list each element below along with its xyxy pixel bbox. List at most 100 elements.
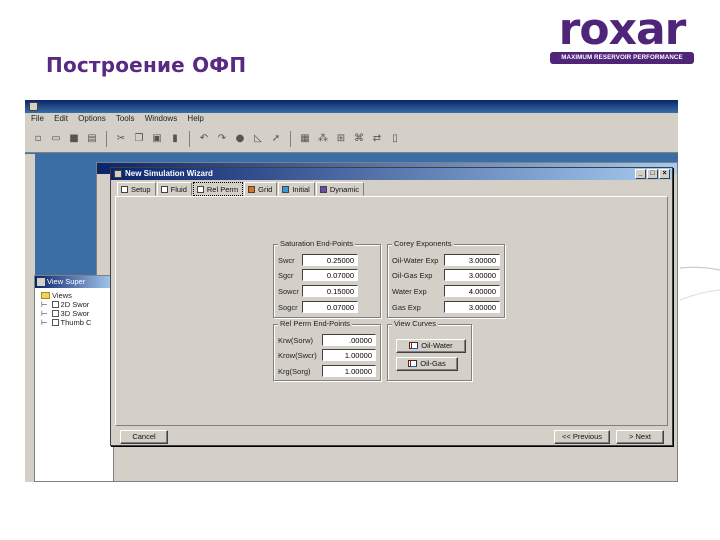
curve-chart-icon (409, 342, 419, 349)
sgcr-field[interactable] (302, 269, 358, 281)
next-button[interactable]: > Next (616, 430, 664, 444)
tab-grid[interactable]: Grid (244, 182, 278, 196)
gas-exp-row: Gas Exp (392, 301, 500, 313)
app-menubar: File Edit Options Tools Windows Help (25, 113, 678, 125)
delete-icon[interactable]: ▮ (168, 132, 182, 146)
maximize-button[interactable]: □ (647, 169, 658, 179)
initial-icon (282, 186, 290, 193)
menu-edit[interactable]: Edit (54, 114, 68, 123)
krg-field[interactable] (322, 365, 376, 377)
fluid-icon (160, 186, 168, 193)
krg-row: Krg(Sorg) (278, 365, 376, 377)
krow-field[interactable] (322, 349, 376, 361)
app-titlebar (25, 100, 678, 113)
checkbox[interactable] (51, 301, 59, 308)
oil-gas-exp-field[interactable] (444, 269, 500, 281)
split-icon[interactable]: ⊞ (334, 132, 348, 146)
tree-window-title: View Super (35, 276, 113, 288)
water-exp-row: Water Exp (392, 285, 500, 297)
menu-file[interactable]: File (31, 114, 44, 123)
app-screenshot: File Edit Options Tools Windows Help ▫ ▭… (25, 100, 678, 482)
app-icon (29, 102, 38, 111)
water-exp-field[interactable] (444, 285, 500, 297)
network-icon[interactable]: ⌘ (352, 132, 366, 146)
sowcr-field[interactable] (302, 285, 358, 297)
checkbox[interactable] (51, 310, 59, 317)
window-controls: _ □ × (635, 169, 670, 179)
field-label: Swcr (278, 255, 295, 265)
sogcr-field[interactable] (302, 301, 358, 313)
tree-item-label: 3D Swor (60, 309, 90, 318)
run-icon[interactable]: ● (233, 132, 247, 146)
field-label: Gas Exp (392, 302, 421, 312)
redo-icon[interactable]: ↷ (215, 132, 229, 146)
field-label: Oil-Gas Exp (392, 270, 433, 280)
checkbox[interactable] (51, 319, 59, 326)
view-curves-group: View Curves Oil-Water Oil-Gas (387, 319, 472, 381)
oil-gas-curve-button[interactable]: Oil-Gas (396, 357, 458, 371)
slide: roxar MAXIMUM RESERVOIR PERFORMANCE Пост… (0, 0, 720, 540)
tree-root-label: Views (52, 291, 72, 300)
tree-item-label: 2D Swor (60, 300, 90, 309)
swcr-field[interactable] (302, 254, 358, 266)
menu-help[interactable]: Help (187, 114, 203, 123)
arrow-icon[interactable]: ➚ (269, 132, 283, 146)
trash-icon[interactable]: ▯ (388, 132, 402, 146)
field-label: Sgcr (278, 270, 294, 280)
tree-root[interactable]: Views (35, 291, 113, 300)
tree-item[interactable]: ⊢ Thumb C (35, 318, 113, 327)
field-label: Krw(Sorw) (278, 335, 313, 345)
wizard-titlebar: New Simulation Wizard _ □ × (111, 168, 672, 180)
grid-icon[interactable]: ▦ (298, 132, 312, 146)
menu-windows[interactable]: Windows (145, 114, 177, 123)
folder-icon (41, 292, 50, 299)
tab-label: Grid (258, 185, 273, 194)
tree-item[interactable]: ⊢ 2D Swor (35, 300, 113, 309)
gas-exp-field[interactable] (444, 301, 500, 313)
toolbar-separator (189, 130, 190, 147)
app-toolbar: ▫ ▭ ■ ▤ ✂ ❐ ▣ ▮ ↶ ↷ ● ◺ ➚ ▦ ⁂ ⊞ ⌘ ⇄ ▯ (25, 125, 678, 153)
tree-item[interactable]: ⊢ 3D Swor (35, 309, 113, 318)
tab-rel-perm[interactable]: Rel Perm (192, 182, 244, 196)
dynamic-icon (319, 186, 327, 193)
field-label: Krow(Swcr) (278, 350, 317, 360)
tab-label: Fluid (170, 185, 187, 194)
transfer-icon[interactable]: ⇄ (370, 132, 384, 146)
print-icon[interactable]: ▤ (85, 132, 99, 146)
krw-field[interactable] (322, 334, 376, 346)
button-label: Oil-Water (421, 341, 453, 350)
open-icon[interactable]: ▭ (49, 132, 63, 146)
simulation-wizard-dialog: New Simulation Wizard _ □ × Setup Fluid … (110, 167, 673, 446)
undo-icon[interactable]: ↶ (197, 132, 211, 146)
chart-icon[interactable]: ◺ (251, 132, 265, 146)
save-icon[interactable]: ■ (67, 132, 81, 146)
oil-water-curve-button[interactable]: Oil-Water (396, 339, 466, 353)
grid-icon (248, 186, 256, 193)
minimize-button[interactable]: _ (635, 169, 646, 179)
previous-button[interactable]: << Previous (554, 430, 610, 444)
group-label: Rel Perm End-Points (278, 319, 353, 328)
paste-icon[interactable]: ▣ (150, 132, 164, 146)
copy-icon[interactable]: ❐ (132, 132, 146, 146)
krow-row: Krow(Swcr) (278, 349, 376, 361)
swcr-row: Swcr (278, 254, 358, 266)
oil-water-exp-field[interactable] (444, 254, 500, 266)
new-icon[interactable]: ▫ (31, 132, 45, 146)
field-label: Sowcr (278, 286, 299, 296)
field-label: Krg(Sorg) (278, 366, 311, 376)
cut-icon[interactable]: ✂ (114, 132, 128, 146)
menu-options[interactable]: Options (78, 114, 106, 123)
wells-icon[interactable]: ⁂ (316, 132, 330, 146)
logo-tagline: MAXIMUM RESERVOIR PERFORMANCE (550, 52, 694, 64)
rel-perm-endpoints-group: Rel Perm End-Points Krw(Sorw) Krow(Swcr)… (273, 319, 381, 381)
tab-setup[interactable]: Setup (117, 182, 156, 196)
sogcr-row: Sogcr (278, 301, 358, 313)
tab-dynamic[interactable]: Dynamic (315, 182, 365, 196)
oil-water-exp-row: Oil-Water Exp (392, 254, 500, 266)
tab-initial[interactable]: Initial (278, 182, 315, 196)
close-button[interactable]: × (659, 169, 670, 179)
menu-tools[interactable]: Tools (116, 114, 135, 123)
group-label: View Curves (392, 319, 438, 328)
tab-fluid[interactable]: Fluid (156, 182, 192, 196)
cancel-button[interactable]: Cancel (120, 430, 168, 444)
